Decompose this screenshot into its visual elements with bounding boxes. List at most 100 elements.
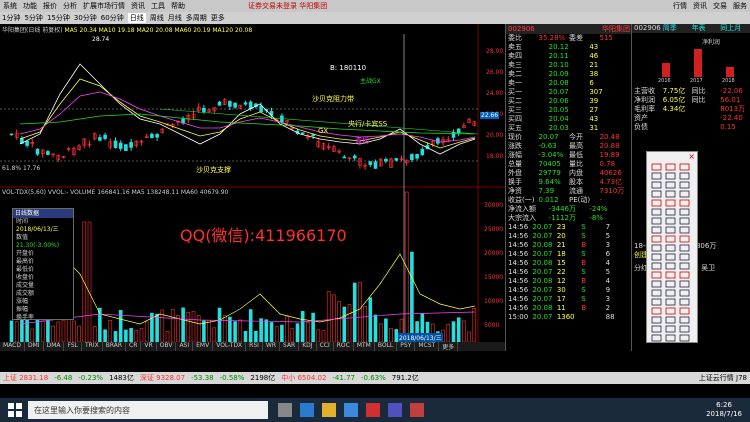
indicator-tab[interactable]: CR	[126, 342, 142, 351]
drawing-tool-icon[interactable]	[679, 262, 690, 270]
drawing-tool-icon[interactable]	[665, 325, 676, 333]
drawing-tool-icon[interactable]	[665, 334, 676, 342]
drawing-tool-icon[interactable]	[665, 208, 676, 216]
indicator-tab[interactable]: RSI	[246, 342, 263, 351]
drawing-tool-icon[interactable]	[651, 253, 662, 261]
period-1min[interactable]: 1分钟	[2, 13, 20, 23]
f10-tab-quarter[interactable]: 简季	[663, 24, 692, 33]
drawing-tool-icon[interactable]	[665, 199, 676, 207]
drawing-tool-icon[interactable]	[665, 172, 676, 180]
store-icon[interactable]	[344, 403, 358, 417]
indicator-tab[interactable]: TRIX	[82, 342, 103, 351]
indicator-tab[interactable]: PSY	[397, 342, 416, 351]
drawing-tool-icon[interactable]	[679, 280, 690, 288]
drawing-tool-icon[interactable]	[651, 199, 662, 207]
indicator-tab[interactable]: ASI	[176, 342, 194, 351]
drawing-tool-icon[interactable]	[679, 226, 690, 234]
indicator-tab[interactable]: CCI	[317, 342, 334, 351]
menu-right-trade[interactable]: 交易	[713, 1, 727, 11]
menu-tools[interactable]: 工具	[151, 1, 165, 11]
drawing-tool-icon[interactable]	[665, 298, 676, 306]
folder-icon[interactable]	[322, 403, 336, 417]
drawing-tool-panel[interactable]: ×	[646, 151, 698, 343]
drawing-tool-icon[interactable]	[651, 244, 662, 252]
indicator-tab[interactable]: 更多	[439, 342, 459, 351]
drawing-tool-icon[interactable]	[665, 163, 676, 171]
drawing-tool-icon[interactable]	[665, 289, 676, 297]
indicator-tab[interactable]: BOLL	[375, 342, 398, 351]
menu-quote[interactable]: 报价	[43, 1, 57, 11]
indicator-tab[interactable]: DMA	[44, 342, 65, 351]
indicator-tab[interactable]: EMV	[193, 342, 214, 351]
drawing-tool-icon[interactable]	[665, 316, 676, 324]
period-daily[interactable]: 日线	[127, 13, 146, 23]
drawing-tool-icon[interactable]	[651, 262, 662, 270]
f10-tab-annual[interactable]: 年表	[692, 24, 721, 33]
drawing-tool-icon[interactable]	[679, 217, 690, 225]
windows-start-icon[interactable]	[8, 403, 22, 417]
drawing-tool-icon[interactable]	[679, 235, 690, 243]
indicator-tab[interactable]: FSL	[64, 342, 82, 351]
drawing-tool-icon[interactable]	[665, 181, 676, 189]
stock-app-icon[interactable]	[366, 403, 380, 417]
drawing-tool-icon[interactable]	[679, 190, 690, 198]
drawing-tool-icon[interactable]	[651, 298, 662, 306]
indicator-tab[interactable]: ROC	[334, 342, 354, 351]
drawing-tool-icon[interactable]	[679, 208, 690, 216]
sh-index[interactable]: 上证 2831.18	[3, 373, 48, 383]
indicator-tab[interactable]: MCST	[415, 342, 440, 351]
drawing-tool-icon[interactable]	[651, 181, 662, 189]
drawing-tool-icon[interactable]	[679, 334, 690, 342]
tick-list[interactable]: 14:56 20.07 23 S 7 14:56 20.07 20 S 5 14:56 20.08 21…	[506, 223, 632, 322]
drawing-tool-icon[interactable]	[679, 181, 690, 189]
drawing-tool-icon[interactable]	[679, 298, 690, 306]
period-15min[interactable]: 15分钟	[47, 13, 70, 23]
sz-index[interactable]: 深证 9328.07	[140, 373, 185, 383]
indicator-tab[interactable]: MACD	[0, 342, 25, 351]
period-monthly[interactable]: 月线	[168, 13, 182, 23]
menu-function[interactable]: 功能	[23, 1, 37, 11]
period-weekly[interactable]: 周线	[150, 13, 164, 23]
drawing-tool-icon[interactable]	[665, 217, 676, 225]
menu-right-service[interactable]: 服务	[733, 1, 747, 11]
data-window[interactable]: 日线数据 时间 2018/06/13/三 数值 21.30(-3.00%) 开盘…	[12, 208, 74, 321]
menu-extended-market[interactable]: 扩展市场行情	[83, 1, 125, 11]
drawing-tool-icon[interactable]	[679, 172, 690, 180]
drawing-tool-icon[interactable]	[665, 262, 676, 270]
indicator-tab[interactable]: BRAR	[103, 342, 127, 351]
drawing-tool-icon[interactable]	[679, 163, 690, 171]
drawing-tool-icon[interactable]	[665, 280, 676, 288]
powerpoint-icon[interactable]	[410, 403, 424, 417]
indicator-tab[interactable]: KDJ	[299, 342, 317, 351]
indicator-tab[interactable]: VR	[141, 342, 157, 351]
drawing-tool-icon[interactable]	[665, 253, 676, 261]
drawing-tool-icon[interactable]	[679, 325, 690, 333]
drawing-tool-icon[interactable]	[651, 280, 662, 288]
drawing-tool-icon[interactable]	[651, 208, 662, 216]
taskbar-clock[interactable]: 6:26 2018/7/16	[706, 401, 742, 419]
indicator-tab[interactable]: SAR	[280, 342, 300, 351]
kline-chart-area[interactable]: 华阳集团(日线 前复权) MA5 20.34 MA10 19.18 MA20 2…	[0, 24, 505, 351]
menu-news[interactable]: 资讯	[131, 1, 145, 11]
drawing-tool-icon[interactable]	[679, 316, 690, 324]
drawing-tool-icon[interactable]	[679, 199, 690, 207]
drawing-tool-icon[interactable]	[665, 271, 676, 279]
edge-icon[interactable]	[300, 403, 314, 417]
drawing-tool-icon[interactable]	[679, 253, 690, 261]
drawing-tool-icon[interactable]	[665, 244, 676, 252]
drawing-tool-icon[interactable]	[651, 289, 662, 297]
period-30min[interactable]: 30分钟	[74, 13, 97, 23]
drawing-tool-icon[interactable]	[651, 172, 662, 180]
menu-help[interactable]: 帮助	[171, 1, 185, 11]
drawing-tool-icon[interactable]	[651, 271, 662, 279]
indicator-tab[interactable]: DMI	[25, 342, 44, 351]
close-icon[interactable]: ×	[688, 152, 695, 161]
drawing-tool-icon[interactable]	[651, 217, 662, 225]
period-more[interactable]: 更多	[211, 13, 225, 23]
drawing-tool-icon[interactable]	[651, 163, 662, 171]
sme-index[interactable]: 中小 6504.02	[281, 373, 326, 383]
drawing-tool-icon[interactable]	[651, 190, 662, 198]
f10-tab-month[interactable]: 同上月	[720, 24, 749, 33]
menu-right-news[interactable]: 资讯	[693, 1, 707, 11]
drawing-tool-icon[interactable]	[679, 244, 690, 252]
